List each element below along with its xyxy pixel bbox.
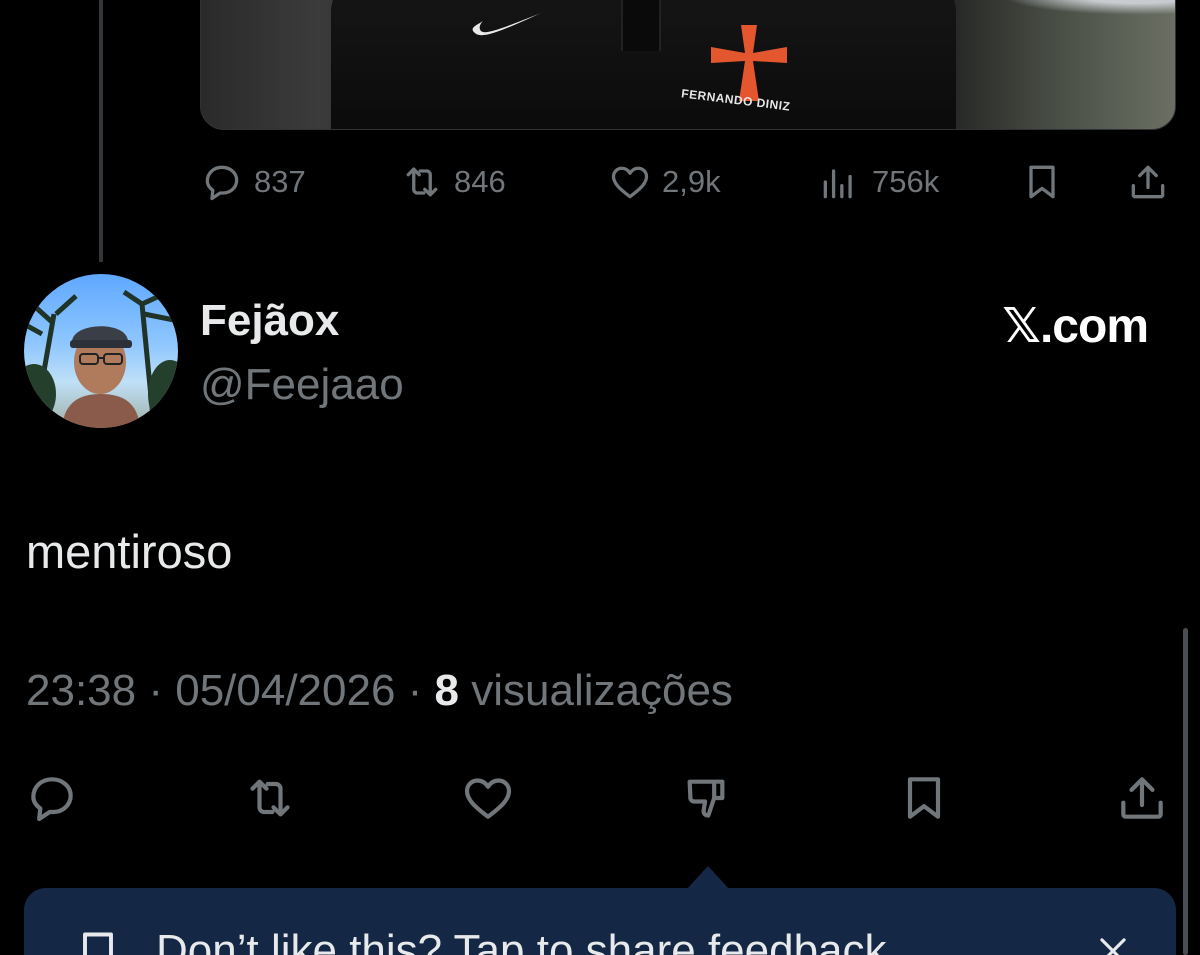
views-count: 756k bbox=[872, 164, 940, 199]
author-display-name[interactable]: Fejãox bbox=[200, 296, 339, 346]
author-avatar[interactable] bbox=[24, 274, 178, 428]
tweet-thread-view: FERNANDO DINIZ 837 846 2,9k 756k Fejãox … bbox=[0, 0, 1200, 955]
jersey-shirt: FERNANDO DINIZ bbox=[331, 0, 956, 129]
repost-icon bbox=[406, 167, 438, 197]
author-handle[interactable]: @Feejaao bbox=[200, 360, 404, 410]
feedback-icon bbox=[83, 932, 113, 955]
repost-icon bbox=[250, 779, 290, 817]
scrollbar[interactable] bbox=[1183, 628, 1188, 955]
like-icon bbox=[611, 166, 649, 199]
downvote-button[interactable] bbox=[676, 768, 736, 828]
repost-count: 846 bbox=[454, 164, 506, 199]
tweet-action-bar bbox=[0, 768, 1200, 828]
feedback-banner-text[interactable]: Don’t like this? Tap to share feedback bbox=[156, 926, 887, 955]
bookmark-icon bbox=[907, 777, 941, 819]
meta-separator: · bbox=[395, 666, 435, 715]
views-count: 8 bbox=[434, 666, 460, 715]
parent-tweet-action-bar: 837 846 2,9k 756k bbox=[200, 158, 1176, 206]
like-button[interactable] bbox=[458, 768, 518, 828]
x-com-watermark: 𝕏.com bbox=[1002, 300, 1149, 353]
reply-icon bbox=[31, 777, 73, 822]
parent-tweet-media-image[interactable]: FERNANDO DINIZ bbox=[200, 0, 1176, 130]
reply-count: 837 bbox=[254, 164, 306, 199]
meta-separator: · bbox=[136, 666, 176, 715]
close-icon[interactable] bbox=[1094, 932, 1132, 955]
views-button[interactable]: 756k bbox=[818, 158, 939, 206]
reply-icon bbox=[205, 165, 239, 201]
like-button[interactable]: 2,9k bbox=[608, 158, 721, 206]
share-button[interactable] bbox=[1112, 768, 1172, 828]
bookmark-button[interactable] bbox=[894, 768, 954, 828]
reply-button[interactable]: 837 bbox=[200, 158, 306, 206]
share-icon bbox=[1121, 777, 1163, 819]
tweet-meta: 23:38 · 05/04/2026 · 8 visualizações bbox=[26, 666, 733, 716]
tweet-time[interactable]: 23:38 bbox=[26, 666, 136, 715]
views-icon bbox=[823, 169, 852, 199]
swoosh-logo-icon bbox=[472, 13, 541, 36]
share-button[interactable] bbox=[1126, 158, 1170, 206]
views-label: visualizações bbox=[459, 666, 733, 715]
jersey-collar bbox=[621, 0, 661, 51]
bookmark-button[interactable] bbox=[1020, 158, 1064, 206]
avatar-photo-icon bbox=[24, 289, 178, 428]
share-icon bbox=[1131, 165, 1165, 199]
like-icon bbox=[464, 778, 512, 819]
like-count: 2,9k bbox=[662, 164, 721, 199]
tweet-date[interactable]: 05/04/2026 bbox=[175, 666, 395, 715]
repost-button[interactable] bbox=[240, 768, 300, 828]
banner-pointer bbox=[686, 866, 730, 890]
thread-connector-line bbox=[99, 0, 103, 262]
feedback-banner[interactable]: Don’t like this? Tap to share feedback bbox=[24, 888, 1176, 955]
downvote-icon bbox=[687, 779, 725, 818]
repost-button[interactable]: 846 bbox=[400, 158, 506, 206]
tweet-text: mentiroso bbox=[26, 525, 233, 578]
bookmark-icon bbox=[1029, 165, 1055, 199]
reply-button[interactable] bbox=[22, 768, 82, 828]
